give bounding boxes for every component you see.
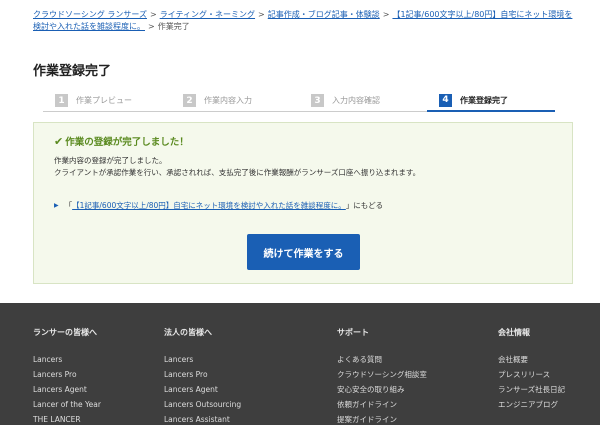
footer-link[interactable]: Lancers (33, 352, 101, 367)
breadcrumb-current: 作業完了 (157, 22, 190, 31)
footer-link[interactable]: 会社概要 (498, 352, 565, 367)
breadcrumb-separator: > (149, 10, 157, 19)
completion-title-text: 作業の登録が完了しました！ (65, 137, 189, 148)
footer-heading: 会社情報 (498, 328, 530, 337)
step-label: 作業登録完了 (460, 95, 508, 105)
footer-link[interactable]: ランサーズ社長日記 (498, 382, 565, 397)
back-to-job-link[interactable]: 【1記事/600文字以上/80円】自宅にネット環境を検討や入れた話を雑談程度に。 (72, 200, 346, 211)
footer-col-lancers: ランサーの皆様へ Lancers Lancers Pro Lancers Age… (33, 327, 101, 425)
breadcrumb-separator: > (148, 22, 155, 31)
step-number: 4 (439, 93, 452, 107)
page-title: 作業登録完了 (33, 64, 112, 79)
footer-link[interactable]: プレスリリース (498, 367, 565, 382)
footer-col-support: サポート よくある質問 クラウドソーシング相談室 安心安全の取り組み 依頼ガイド… (337, 327, 427, 425)
site-footer: ランサーの皆様へ Lancers Lancers Pro Lancers Age… (0, 303, 600, 425)
step-number: 2 (183, 94, 196, 107)
footer-heading: 法人の皆様へ (164, 328, 212, 337)
breadcrumb: クラウドソーシング ランサーズ > ライティング・ネーミング > 記事作成・ブログ記事・… (33, 9, 573, 33)
completion-title: ✔ 作業の登録が完了しました！ (54, 134, 189, 149)
footer-link[interactable]: よくある質問 (337, 352, 427, 367)
footer-link[interactable]: エンジニアブログ (498, 397, 565, 412)
step-number: 3 (311, 94, 324, 107)
breadcrumb-link-category[interactable]: ライティング・ネーミング (160, 10, 255, 19)
back-link-suffix: 」にもどる (345, 201, 384, 210)
completion-message-line1: 作業内容の登録が完了しました。 (54, 156, 167, 165)
step-preview: 1 作業プレビュー (43, 90, 171, 111)
footer-link[interactable]: Lancer of the Year (33, 397, 101, 412)
step-label: 作業プレビュー (76, 96, 132, 105)
completion-panel: ✔ 作業の登録が完了しました！ 作業内容の登録が完了しました。 クライアントが承… (33, 122, 573, 284)
footer-link[interactable]: Lancers (164, 352, 241, 367)
continue-working-button[interactable]: 続けて作業をする (247, 234, 360, 270)
step-confirm: 3 入力内容確認 (299, 90, 427, 111)
footer-link[interactable]: Lancers Assistant (164, 412, 241, 425)
step-label: 入力内容確認 (332, 96, 380, 105)
step-input: 2 作業内容入力 (171, 90, 299, 111)
back-link-prefix: 「 (64, 201, 73, 210)
footer-col-business: 法人の皆様へ Lancers Lancers Pro Lancers Agent… (164, 327, 241, 425)
step-complete: 4 作業登録完了 (427, 90, 555, 112)
check-icon: ✔ (54, 134, 64, 148)
step-progress: 1 作業プレビュー 2 作業内容入力 3 入力内容確認 4 作業登録完了 (43, 90, 555, 112)
footer-col-company: 会社情報 会社概要 プレスリリース ランサーズ社長日記 エンジニアブログ (498, 327, 565, 412)
completion-message: 作業内容の登録が完了しました。 クライアントが承認作業を行い、承認されれば、支払… (54, 155, 420, 179)
footer-link[interactable]: Lancers Pro (33, 367, 101, 382)
back-to-job: ▶ 「【1記事/600文字以上/80円】自宅にネット環境を検討や入れた話を雑談程… (54, 200, 383, 211)
step-label: 作業内容入力 (204, 96, 252, 105)
breadcrumb-link-subcategory[interactable]: 記事作成・ブログ記事・体験談 (268, 10, 380, 19)
footer-link[interactable]: Lancers Outsourcing (164, 397, 241, 412)
footer-link[interactable]: 提案ガイドライン (337, 412, 427, 425)
footer-link[interactable]: クラウドソーシング相談室 (337, 367, 427, 382)
step-number: 1 (55, 94, 68, 107)
completion-message-line2: クライアントが承認作業を行い、承認されれば、支払完了後に作業報酬がランサーズ口座… (54, 168, 421, 177)
footer-link[interactable]: THE LANCER (33, 412, 101, 425)
breadcrumb-separator: > (382, 10, 390, 19)
arrow-right-icon: ▶ (54, 202, 59, 209)
footer-link[interactable]: Lancers Pro (164, 367, 241, 382)
footer-heading: ランサーの皆様へ (33, 328, 97, 337)
breadcrumb-separator: > (258, 10, 265, 19)
breadcrumb-link-home[interactable]: クラウドソーシング ランサーズ (33, 10, 147, 19)
footer-link[interactable]: Lancers Agent (164, 382, 241, 397)
footer-link[interactable]: 安心安全の取り組み (337, 382, 427, 397)
footer-link[interactable]: 依頼ガイドライン (337, 397, 427, 412)
footer-heading: サポート (337, 328, 369, 337)
footer-link[interactable]: Lancers Agent (33, 382, 101, 397)
